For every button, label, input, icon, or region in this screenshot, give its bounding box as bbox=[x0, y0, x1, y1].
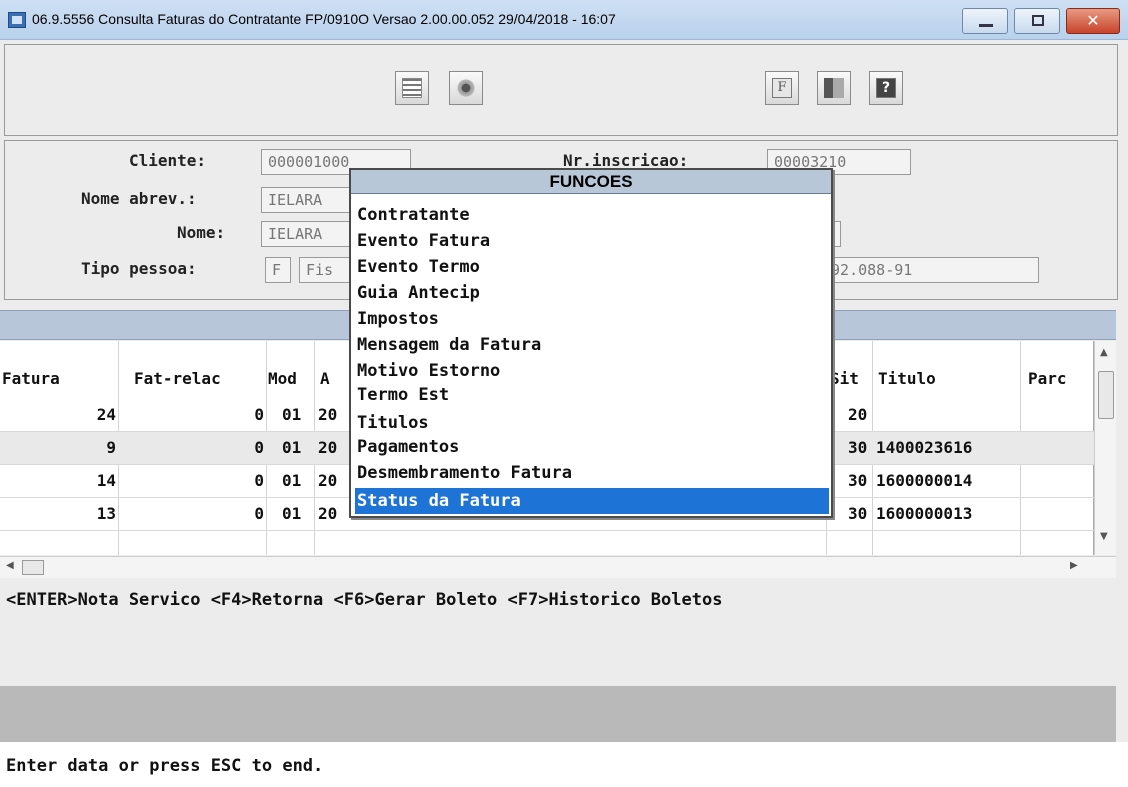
funcoes-menu[interactable]: FUNCOES Contratante Evento Fatura Evento… bbox=[349, 168, 833, 518]
cliente-label: Cliente: bbox=[129, 151, 207, 170]
fatura-cell: 13 bbox=[96, 504, 116, 523]
menu-item-termo-est[interactable]: Termo Est bbox=[355, 382, 829, 408]
menu-item-titulos[interactable]: Titulos bbox=[355, 410, 829, 436]
f-button[interactable]: F bbox=[765, 71, 799, 105]
gear-icon bbox=[456, 78, 476, 98]
column-header-fatura[interactable]: Fatura bbox=[2, 369, 60, 388]
maximize-icon bbox=[1032, 15, 1044, 26]
list-button[interactable] bbox=[395, 71, 429, 105]
menu-item-evento-fatura[interactable]: Evento Fatura bbox=[355, 228, 829, 254]
close-button[interactable]: ✕ bbox=[1066, 8, 1120, 34]
titulo-cell: 1400023616 bbox=[876, 438, 973, 457]
exit-icon bbox=[824, 78, 844, 98]
fat-relac-cell: 0 bbox=[254, 471, 264, 490]
mod-cell: 01 bbox=[282, 405, 302, 424]
menu-item-guia-antecip[interactable]: Guia Antecip bbox=[355, 280, 829, 306]
scroll-right-icon[interactable]: ▶ bbox=[1070, 560, 1078, 571]
scroll-up-icon[interactable]: ▲ bbox=[1100, 347, 1108, 358]
fatura-cell: 14 bbox=[96, 471, 116, 490]
app-icon bbox=[8, 12, 26, 28]
status-text: Enter data or press ESC to end. bbox=[6, 756, 324, 776]
scroll-thumb[interactable] bbox=[22, 560, 44, 575]
column-header-mod[interactable]: Mod bbox=[268, 369, 297, 388]
title-bar: 06.9.5556 Consulta Faturas do Contratant… bbox=[0, 0, 1128, 40]
fat-relac-cell: 0 bbox=[254, 504, 264, 523]
titulo-cell: 1600000014 bbox=[876, 471, 973, 490]
main-window: 06.9.5556 Consulta Faturas do Contratant… bbox=[0, 0, 1128, 787]
mod-cell: 01 bbox=[282, 471, 302, 490]
toolbar: F ? bbox=[4, 44, 1118, 136]
fatura-cell: 24 bbox=[96, 405, 116, 424]
fat-relac-cell: 0 bbox=[254, 438, 264, 457]
cpf-field[interactable]: 892.088-91 bbox=[813, 257, 1039, 283]
tipo-pessoa-code-field[interactable]: F bbox=[265, 257, 291, 283]
menu-item-pagamentos[interactable]: Pagamentos bbox=[355, 434, 829, 460]
tipo-pessoa-label: Tipo pessoa: bbox=[81, 259, 197, 278]
exit-button[interactable] bbox=[817, 71, 851, 105]
window-title: 06.9.5556 Consulta Faturas do Contratant… bbox=[32, 11, 616, 27]
sit-cell: 30 bbox=[848, 471, 868, 490]
hotkey-bar: <ENTER>Nota Servico <F4>Retorna <F6>Gera… bbox=[6, 590, 723, 610]
f-icon: F bbox=[772, 78, 792, 98]
menu-item-contratante[interactable]: Contratante bbox=[355, 202, 829, 228]
column-header-parc[interactable]: Parc bbox=[1028, 369, 1067, 388]
menu-item-impostos[interactable]: Impostos bbox=[355, 306, 829, 332]
titulo-cell: 1600000013 bbox=[876, 504, 973, 523]
a-cell: 20 bbox=[318, 405, 338, 424]
column-header-a[interactable]: A bbox=[320, 369, 330, 388]
sit-cell: 20 bbox=[848, 405, 868, 424]
fat-relac-cell: 0 bbox=[254, 405, 264, 424]
status-bar: Enter data or press ESC to end. bbox=[0, 742, 1128, 787]
menu-item-mensagem-da-fatura[interactable]: Mensagem da Fatura bbox=[355, 332, 829, 358]
menu-item-motivo-estorno[interactable]: Motivo Estorno bbox=[355, 358, 829, 384]
sit-cell: 30 bbox=[848, 438, 868, 457]
column-header-titulo[interactable]: Titulo bbox=[878, 369, 936, 388]
help-button[interactable]: ? bbox=[869, 71, 903, 105]
message-area bbox=[0, 686, 1116, 742]
menu-item-desmembramento-fatura[interactable]: Desmembramento Fatura bbox=[355, 460, 829, 486]
menu-title: FUNCOES bbox=[351, 170, 831, 194]
close-icon: ✕ bbox=[1086, 11, 1100, 30]
a-cell: 20 bbox=[318, 471, 338, 490]
maximize-button[interactable] bbox=[1014, 8, 1060, 34]
vertical-scrollbar[interactable]: ▲ ▼ bbox=[1094, 341, 1116, 555]
minimize-button[interactable] bbox=[962, 8, 1008, 34]
gear-button[interactable] bbox=[449, 71, 483, 105]
mod-cell: 01 bbox=[282, 504, 302, 523]
column-header-fat-relac[interactable]: Fat-relac bbox=[134, 369, 221, 388]
sit-cell: 30 bbox=[848, 504, 868, 523]
menu-item-status-da-fatura[interactable]: Status da Fatura bbox=[355, 488, 829, 514]
a-cell: 20 bbox=[318, 504, 338, 523]
fatura-cell: 9 bbox=[106, 438, 116, 457]
menu-item-evento-termo[interactable]: Evento Termo bbox=[355, 254, 829, 280]
horizontal-scrollbar[interactable]: ◀ ▶ bbox=[0, 556, 1116, 578]
scroll-left-icon[interactable]: ◀ bbox=[6, 560, 14, 571]
nome-abrev-label: Nome abrev.: bbox=[81, 189, 197, 208]
help-icon: ? bbox=[876, 78, 896, 98]
minimize-icon bbox=[979, 24, 993, 27]
column-header-sit[interactable]: Sit bbox=[830, 369, 859, 388]
scroll-thumb[interactable] bbox=[1098, 371, 1114, 419]
mod-cell: 01 bbox=[282, 438, 302, 457]
scroll-down-icon[interactable]: ▼ bbox=[1100, 531, 1108, 542]
a-cell: 20 bbox=[318, 438, 338, 457]
list-icon bbox=[402, 78, 422, 98]
nome-label: Nome: bbox=[177, 223, 226, 242]
